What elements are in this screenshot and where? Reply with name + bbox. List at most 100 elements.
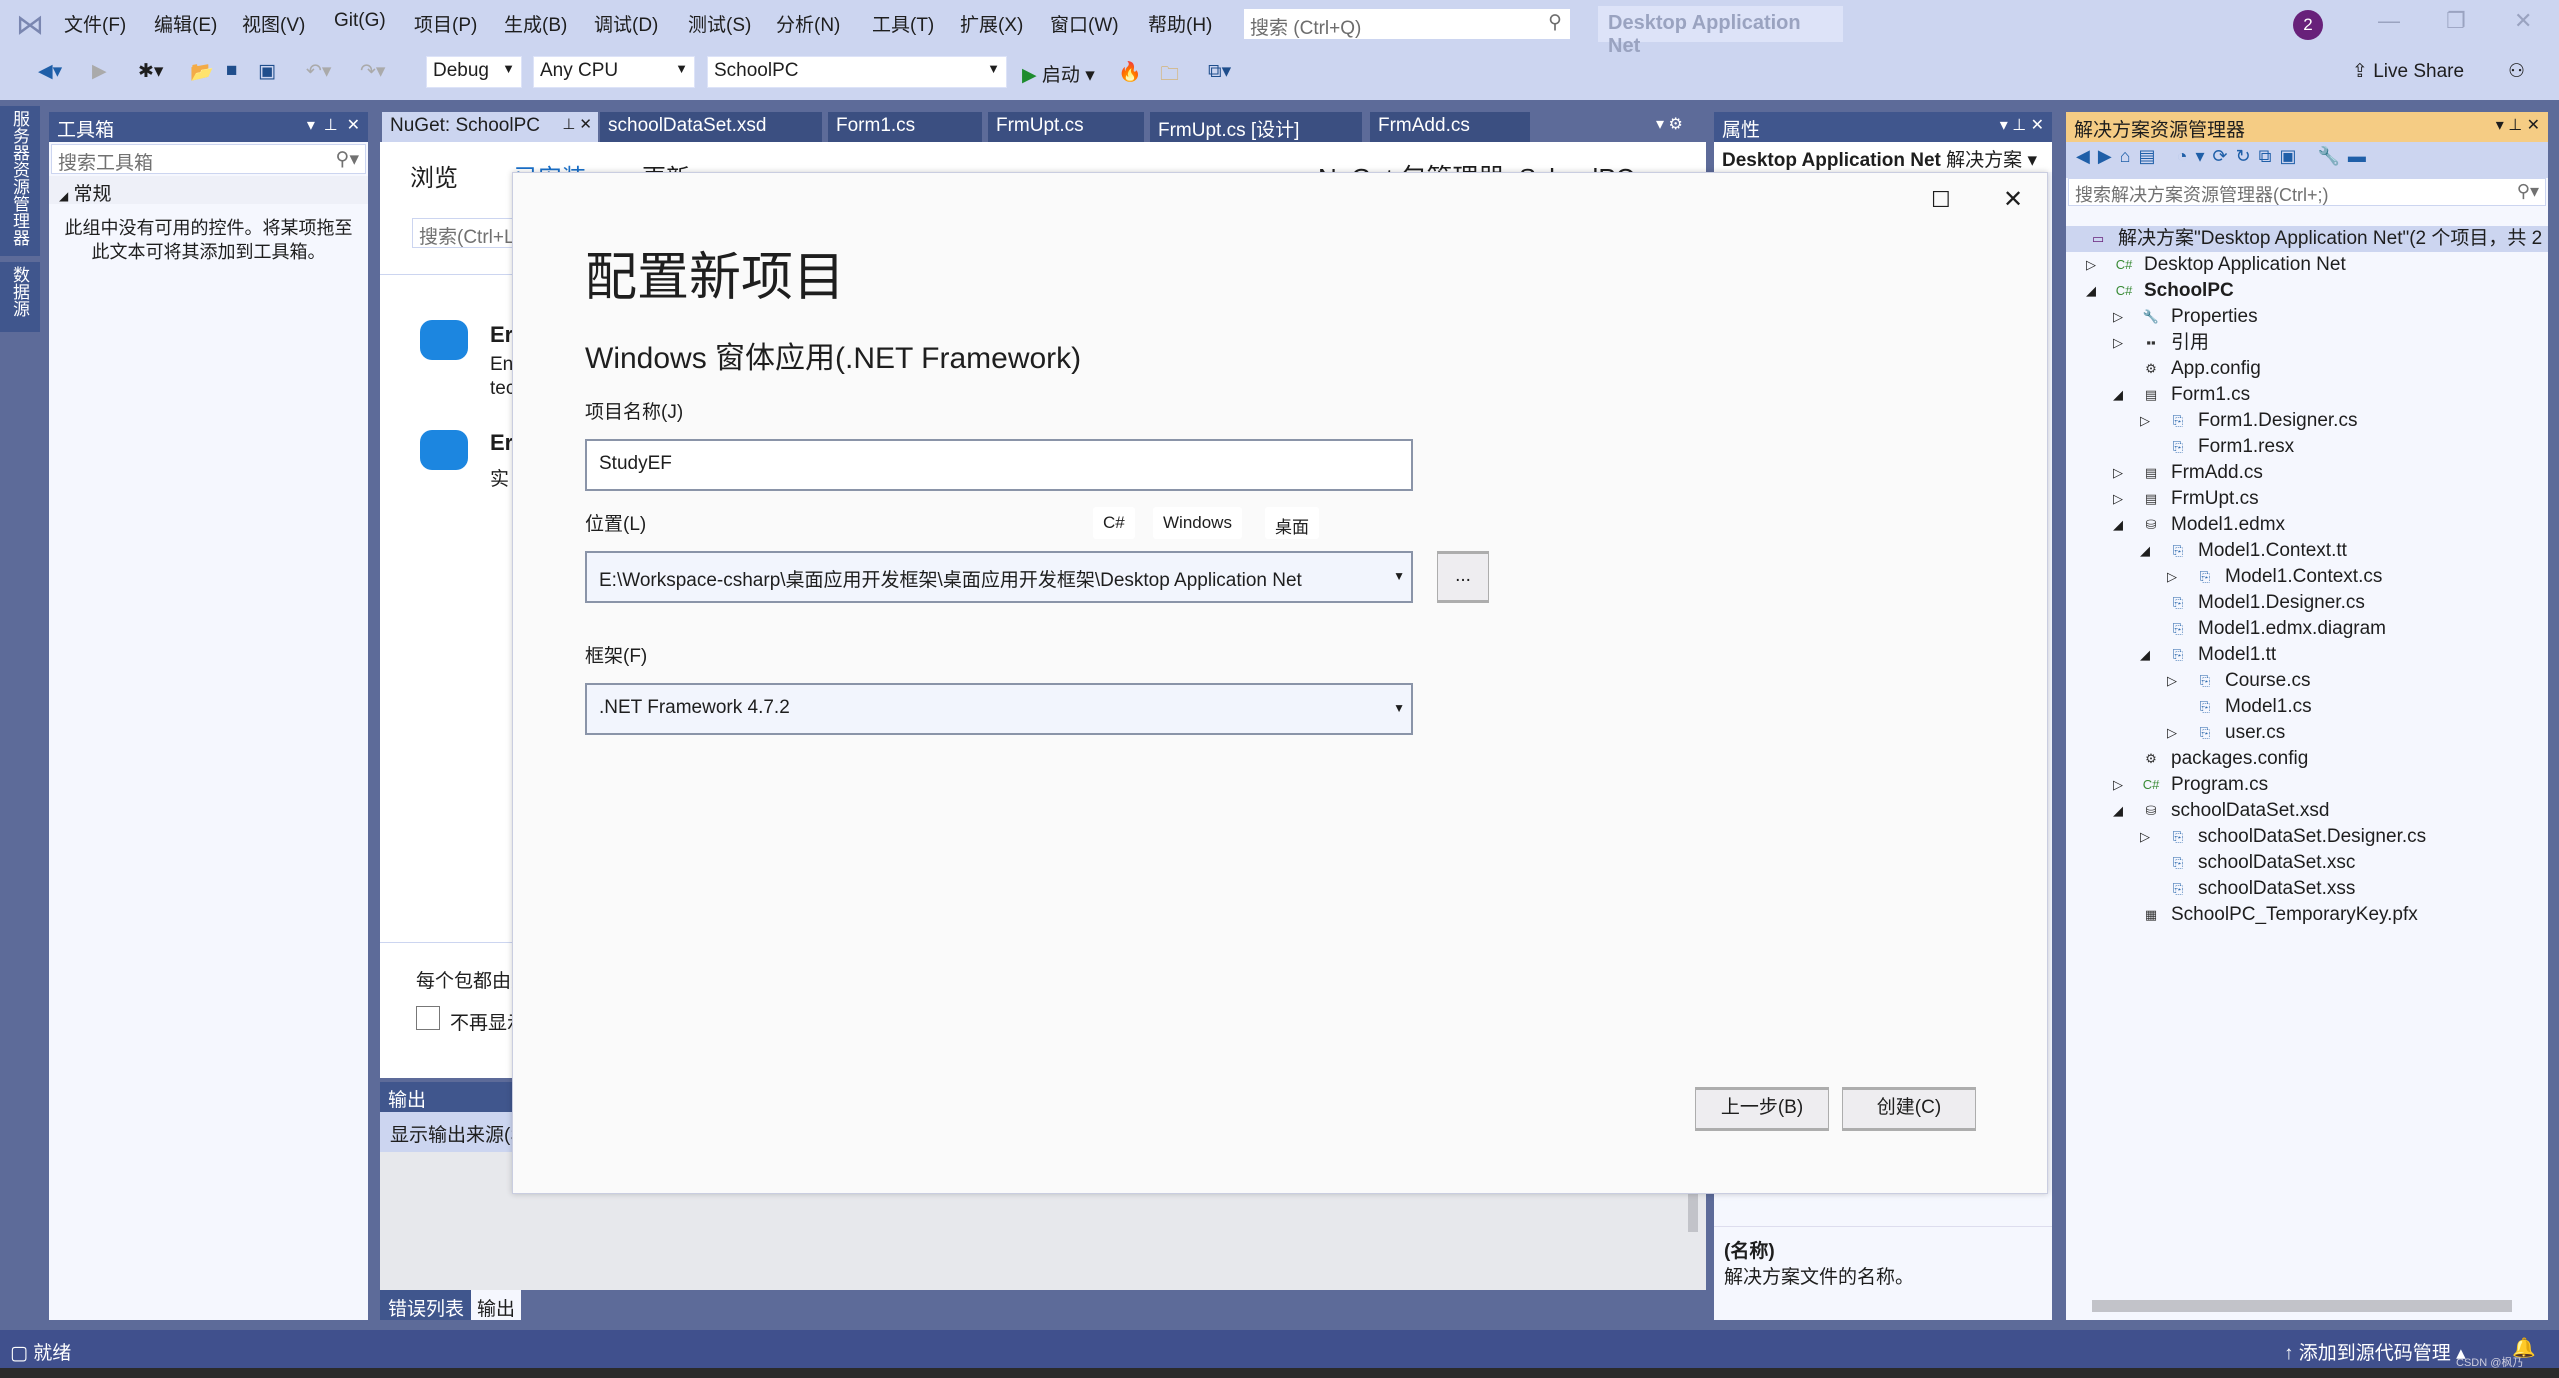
tab-browse[interactable]: 浏览 xyxy=(410,158,458,193)
side-tab-data-sources[interactable]: 数据源 xyxy=(0,262,40,332)
doc-tab[interactable]: Form1.cs xyxy=(828,112,982,142)
tree-item[interactable]: ⎘ schoolDataSet.xss xyxy=(2066,876,2548,902)
doc-tab[interactable]: FrmAdd.cs xyxy=(1370,112,1530,142)
menu-item[interactable]: 工具(T) xyxy=(872,10,934,37)
undo-icon[interactable]: ↶▾ xyxy=(306,60,331,90)
menu-item[interactable]: Git(G) xyxy=(334,10,386,32)
open-folder-icon[interactable]: 📂 xyxy=(190,60,214,90)
close-tab-icon[interactable]: ⊥ ✕ xyxy=(562,115,592,133)
dont-show-checkbox[interactable] xyxy=(416,1006,440,1030)
tree-item[interactable]: ▷ C# Desktop Application Net xyxy=(2066,252,2548,278)
doc-tab[interactable]: NuGet: SchoolPC ⊥ ✕ xyxy=(382,112,598,142)
platform-select[interactable]: Any CPU ▼ xyxy=(533,56,695,88)
collapsed-arrow-icon[interactable]: ▷ xyxy=(2086,252,2096,278)
tree-item[interactable]: ▷ ▪▪ 引用 xyxy=(2066,330,2548,356)
tab-overflow-icon[interactable]: ▾ ⚙ xyxy=(1656,114,1683,134)
tree-item[interactable]: ◢ ▤ Form1.cs xyxy=(2066,382,2548,408)
collapsed-arrow-icon[interactable]: ▷ xyxy=(2167,564,2177,590)
doc-tab[interactable]: schoolDataSet.xsd xyxy=(600,112,822,142)
close-icon[interactable]: ✕ xyxy=(2003,185,2023,214)
search-input[interactable]: 搜索 (Ctrl+Q) ⚲ xyxy=(1243,8,1571,40)
collapsed-arrow-icon[interactable]: ▷ xyxy=(2113,486,2123,512)
menu-item[interactable]: 窗口(W) xyxy=(1050,10,1119,37)
start-button[interactable]: ▶ 启动 ▾ xyxy=(1022,60,1095,90)
collapsed-arrow-icon[interactable]: ▷ xyxy=(2113,330,2123,356)
expanded-arrow-icon[interactable]: ◢ xyxy=(2113,512,2123,538)
tree-item[interactable]: ⎘ Model1.Designer.cs xyxy=(2066,590,2548,616)
properties-object-select[interactable]: Desktop Application Net 解决方案 ▾ xyxy=(1714,142,2052,172)
tree-item[interactable]: ⎘ schoolDataSet.xsc xyxy=(2066,850,2548,876)
tree-item[interactable]: ⎘ Form1.resx xyxy=(2066,434,2548,460)
side-tab-server-explorer[interactable]: 服务器资源管理器 xyxy=(0,106,40,256)
new-project-icon[interactable]: ✱▾ xyxy=(138,60,163,90)
expanded-arrow-icon[interactable]: ◢ xyxy=(2113,382,2123,408)
tree-item[interactable]: ▷ C# Program.cs xyxy=(2066,772,2548,798)
tree-item[interactable]: ▷ ▤ FrmUpt.cs xyxy=(2066,486,2548,512)
back-button[interactable]: 上一步(B) xyxy=(1695,1087,1829,1131)
expanded-arrow-icon[interactable]: ◢ xyxy=(2140,642,2150,668)
tree-item[interactable]: ▦ SchoolPC_TemporaryKey.pfx xyxy=(2066,902,2548,928)
forward-icon[interactable]: ▶ xyxy=(92,60,107,90)
tree-item[interactable]: ▷ ⎘ Form1.Designer.cs xyxy=(2066,408,2548,434)
package-name[interactable]: Er xyxy=(490,322,513,348)
tree-item[interactable]: ▷ ⎘ Course.cs xyxy=(2066,668,2548,694)
package-name[interactable]: Er xyxy=(490,430,513,456)
project-name-input[interactable]: StudyEF xyxy=(585,439,1413,491)
feedback-icon[interactable]: ⚇ xyxy=(2508,60,2525,90)
startup-project-select[interactable]: SchoolPC ▼ xyxy=(707,56,1007,88)
menu-item[interactable]: 帮助(H) xyxy=(1148,10,1212,37)
collapsed-arrow-icon[interactable]: ▷ xyxy=(2113,460,2123,486)
tree-item[interactable]: ⚙ App.config xyxy=(2066,356,2548,382)
restore-button[interactable]: ❐ xyxy=(2446,8,2466,34)
create-button[interactable]: 创建(C) xyxy=(1842,1087,1976,1131)
framework-combobox[interactable]: .NET Framework 4.7.2 ▼ xyxy=(585,683,1413,735)
tree-item[interactable]: ◢ ⎘ Model1.Context.tt xyxy=(2066,538,2548,564)
collapsed-arrow-icon[interactable]: ▷ xyxy=(2167,668,2177,694)
menu-item[interactable]: 文件(F) xyxy=(64,10,126,37)
browse-button[interactable]: ... xyxy=(1437,551,1489,603)
toolbox-group-general[interactable]: ◢ 常规 xyxy=(49,176,368,205)
tree-item[interactable]: ▷ ▤ FrmAdd.cs xyxy=(2066,460,2548,486)
tree-item[interactable]: ⚙ packages.config xyxy=(2066,746,2548,772)
minimize-button[interactable]: — xyxy=(2378,8,2400,34)
tree-item[interactable]: ⎘ Model1.edmx.diagram xyxy=(2066,616,2548,642)
menu-item[interactable]: 分析(N) xyxy=(776,10,840,37)
add-source-control-button[interactable]: ↑ 添加到源代码管理 ▴ xyxy=(2284,1338,2466,1365)
tree-item[interactable]: ◢ ⎘ Model1.tt xyxy=(2066,642,2548,668)
notification-badge[interactable]: 2 xyxy=(2293,10,2323,40)
close-window-button[interactable]: ✕ xyxy=(2514,8,2532,34)
save-all-icon[interactable]: ▣ xyxy=(258,60,276,90)
tree-item[interactable]: ▭ 解决方案"Desktop Application Net"(2 个项目，共 2 xyxy=(2066,226,2548,252)
tree-item[interactable]: ▷ 🔧 Properties xyxy=(2066,304,2548,330)
tree-item[interactable]: ◢ ⛁ Model1.edmx xyxy=(2066,512,2548,538)
live-share-button[interactable]: ⇪ Live Share xyxy=(2352,60,2464,90)
toolbox-search[interactable]: 搜索工具箱 ⚲▾ xyxy=(51,144,366,174)
maximize-icon[interactable]: ☐ xyxy=(1931,187,1951,213)
menu-item[interactable]: 项目(P) xyxy=(414,10,477,37)
collapsed-arrow-icon[interactable]: ▷ xyxy=(2113,772,2123,798)
redo-icon[interactable]: ↷▾ xyxy=(360,60,385,90)
menu-item[interactable]: 视图(V) xyxy=(242,10,305,37)
tree-item[interactable]: ▷ ⎘ schoolDataSet.Designer.cs xyxy=(2066,824,2548,850)
back-icon[interactable]: ◀▾ xyxy=(38,60,62,90)
tab-output[interactable]: 输出 xyxy=(471,1290,522,1320)
output-scrollbar[interactable] xyxy=(1688,1192,1698,1232)
menu-item[interactable]: 扩展(X) xyxy=(960,10,1023,37)
expanded-arrow-icon[interactable]: ◢ xyxy=(2113,798,2123,824)
expanded-arrow-icon[interactable]: ◢ xyxy=(2140,538,2150,564)
menu-item[interactable]: 编辑(E) xyxy=(154,10,217,37)
expanded-arrow-icon[interactable]: ◢ xyxy=(2086,278,2096,304)
collapsed-arrow-icon[interactable]: ▷ xyxy=(2140,408,2150,434)
doc-tab[interactable]: FrmUpt.cs xyxy=(988,112,1144,142)
hot-reload-icon[interactable]: 🔥 xyxy=(1118,60,1142,90)
panel-controls-icon[interactable]: ▾ ⊥ ✕ xyxy=(2000,115,2044,135)
tree-item[interactable]: ▷ ⎘ user.cs xyxy=(2066,720,2548,746)
horizontal-scrollbar[interactable] xyxy=(2092,1300,2512,1312)
save-icon[interactable]: ■ xyxy=(226,60,237,90)
doc-tab[interactable]: FrmUpt.cs [设计] xyxy=(1150,112,1362,142)
collapsed-arrow-icon[interactable]: ▷ xyxy=(2167,720,2177,746)
tree-item[interactable]: ◢ ⛁ schoolDataSet.xsd xyxy=(2066,798,2548,824)
tree-item[interactable]: ▷ ⎘ Model1.Context.cs xyxy=(2066,564,2548,590)
solution-search[interactable]: 搜索解决方案资源管理器(Ctrl+;) ⚲▾ xyxy=(2068,178,2546,206)
collapsed-arrow-icon[interactable]: ▷ xyxy=(2140,824,2150,850)
